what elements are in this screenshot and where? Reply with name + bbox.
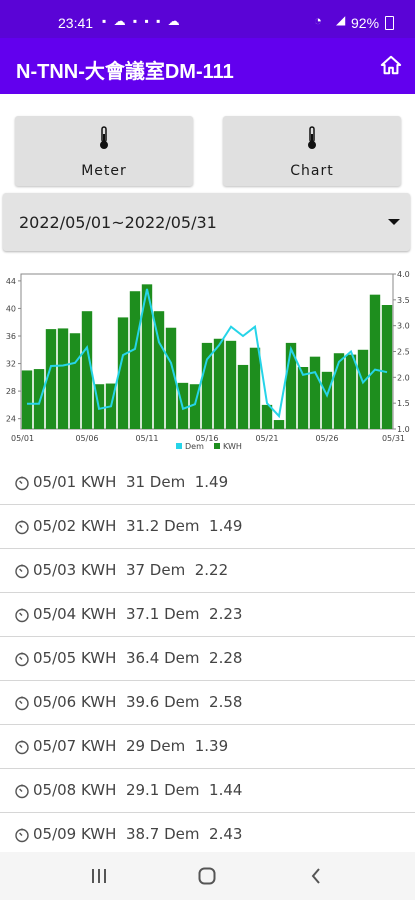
y-right-tick-label: 1.5 xyxy=(397,399,410,408)
kwh-bar xyxy=(249,347,261,429)
kwh-bar xyxy=(369,294,381,429)
list-item[interactable]: 05/01 KWH 31 Dem 1.49 xyxy=(0,461,415,505)
home-nav-icon[interactable] xyxy=(198,867,216,885)
reading-text: 05/02 KWH 31.2 Dem 1.49 xyxy=(33,517,243,535)
list-item[interactable]: 05/02 KWH 31.2 Dem 1.49 xyxy=(0,505,415,549)
x-tick-label: 05/21 xyxy=(255,434,278,443)
reading-text: 05/07 KWH 29 Dem 1.39 xyxy=(33,737,229,755)
list-item[interactable]: 05/07 KWH 29 Dem 1.39 xyxy=(0,725,415,769)
kwh-bar xyxy=(381,305,393,429)
y-right-tick-label: 3.5 xyxy=(397,296,410,305)
legend-dem-swatch xyxy=(176,443,182,449)
reading-text: 05/05 KWH 36.4 Dem 2.28 xyxy=(33,649,243,667)
readings-list: 05/01 KWH 31 Dem 1.49 05/02 KWH 31.2 Dem … xyxy=(0,461,415,857)
kwh-bar xyxy=(33,369,45,429)
kwh-bar xyxy=(237,364,249,429)
y-left-tick-label: 40 xyxy=(6,304,16,313)
reading-text: 05/01 KWH 31 Dem 1.49 xyxy=(33,473,229,491)
kwh-bar xyxy=(273,420,285,429)
list-item[interactable]: 05/05 KWH 36.4 Dem 2.28 xyxy=(0,637,415,681)
list-item[interactable]: 05/03 KWH 37 Dem 2.22 xyxy=(0,549,415,593)
y-left-tick-label: 28 xyxy=(6,387,16,396)
y-left-tick-label: 44 xyxy=(6,277,16,286)
status-bar: 23:41 ▪ ☁ ▪ ▪ ▪ ☁ ◔ ◢ 92% xyxy=(0,0,415,38)
list-item[interactable]: 05/08 KWH 29.1 Dem 1.44 xyxy=(0,769,415,813)
timer-icon xyxy=(15,520,29,535)
legend-dem-label: Dem xyxy=(185,442,204,451)
reading-text: 05/06 KWH 39.6 Dem 2.58 xyxy=(33,693,243,711)
kwh-dem-chart: 24 28 32 36 40 44 1.0 1.5 2.0 2.5 3.0 3.5 4.0 05/01 05… xyxy=(6,270,410,451)
kwh-bar xyxy=(297,367,309,429)
y-left-tick-label: 36 xyxy=(6,332,16,341)
y-right-tick-label: 4.0 xyxy=(397,270,410,279)
battery-icon xyxy=(385,16,394,30)
timer-icon xyxy=(15,476,29,491)
kwh-bar xyxy=(321,371,333,429)
timer-icon xyxy=(15,652,29,667)
kwh-bar xyxy=(21,370,33,429)
dropdown-caret-icon xyxy=(388,219,400,225)
navigation-bar xyxy=(0,852,415,900)
recent-apps-icon[interactable] xyxy=(90,868,108,884)
status-time: 23:41 xyxy=(58,15,94,31)
y-left-tick-label: 24 xyxy=(6,415,16,424)
back-icon[interactable] xyxy=(310,868,322,884)
timer-icon xyxy=(15,696,29,711)
meter-button-label: Meter xyxy=(81,163,127,179)
x-tick-label: 05/31 xyxy=(382,434,405,443)
reading-text: 05/09 KWH 38.7 Dem 2.43 xyxy=(33,825,243,843)
timer-icon xyxy=(15,564,29,579)
date-range-value: 2022/05/01~2022/05/31 xyxy=(19,213,217,232)
chart-button-label: Chart xyxy=(290,163,334,179)
list-item[interactable]: 05/06 KWH 39.6 Dem 2.58 xyxy=(0,681,415,725)
app-bar: N-TNN-大會議室DM-111 xyxy=(0,38,415,94)
y-left-tick-label: 32 xyxy=(6,360,16,369)
kwh-bar xyxy=(57,328,69,429)
timer-icon xyxy=(15,608,29,623)
home-icon[interactable] xyxy=(380,54,402,76)
legend-kwh-swatch xyxy=(214,443,220,449)
y-right-tick-label: 3.0 xyxy=(397,322,410,331)
battery-percent: 92% xyxy=(351,15,380,31)
kwh-bar xyxy=(69,333,81,429)
y-right-tick-label: 1.0 xyxy=(397,425,410,434)
date-range-dropdown[interactable]: 2022/05/01~2022/05/31 xyxy=(3,193,410,251)
y-right-tick-label: 2.0 xyxy=(397,373,410,382)
notification-icons: ▪ ☁ ▪ ▪ ▪ ☁ xyxy=(102,14,182,28)
list-item[interactable]: 05/09 KWH 38.7 Dem 2.43 xyxy=(0,813,415,857)
timer-icon xyxy=(15,784,29,799)
reading-text: 05/04 KWH 37.1 Dem 2.23 xyxy=(33,605,243,623)
page-title: N-TNN-大會議室DM-111 xyxy=(16,61,234,83)
kwh-bar xyxy=(129,291,141,429)
signal-icon: ◢ xyxy=(336,13,346,27)
reading-text: 05/08 KWH 29.1 Dem 1.44 xyxy=(33,781,243,799)
timer-icon xyxy=(15,740,29,755)
x-tick-label: 05/11 xyxy=(135,434,158,443)
kwh-bar xyxy=(357,349,369,429)
y-right-tick-label: 2.5 xyxy=(397,348,410,357)
x-tick-label: 05/06 xyxy=(75,434,98,443)
list-item[interactable]: 05/04 KWH 37.1 Dem 2.23 xyxy=(0,593,415,637)
meter-button[interactable]: Meter xyxy=(15,116,193,186)
legend-kwh-label: KWH xyxy=(223,442,242,451)
thermometer-icon xyxy=(308,126,316,149)
kwh-bar xyxy=(345,354,357,429)
kwh-bar xyxy=(213,338,225,429)
thermometer-icon xyxy=(100,126,108,149)
wifi-icon: ◔ xyxy=(314,13,322,28)
chart-button[interactable]: Chart xyxy=(223,116,401,186)
x-tick-label: 05/01 xyxy=(11,434,34,443)
kwh-bar xyxy=(309,356,321,429)
kwh-bar xyxy=(225,340,237,429)
x-tick-label: 05/26 xyxy=(315,434,338,443)
reading-text: 05/03 KWH 37 Dem 2.22 xyxy=(33,561,229,579)
timer-icon xyxy=(15,828,29,843)
